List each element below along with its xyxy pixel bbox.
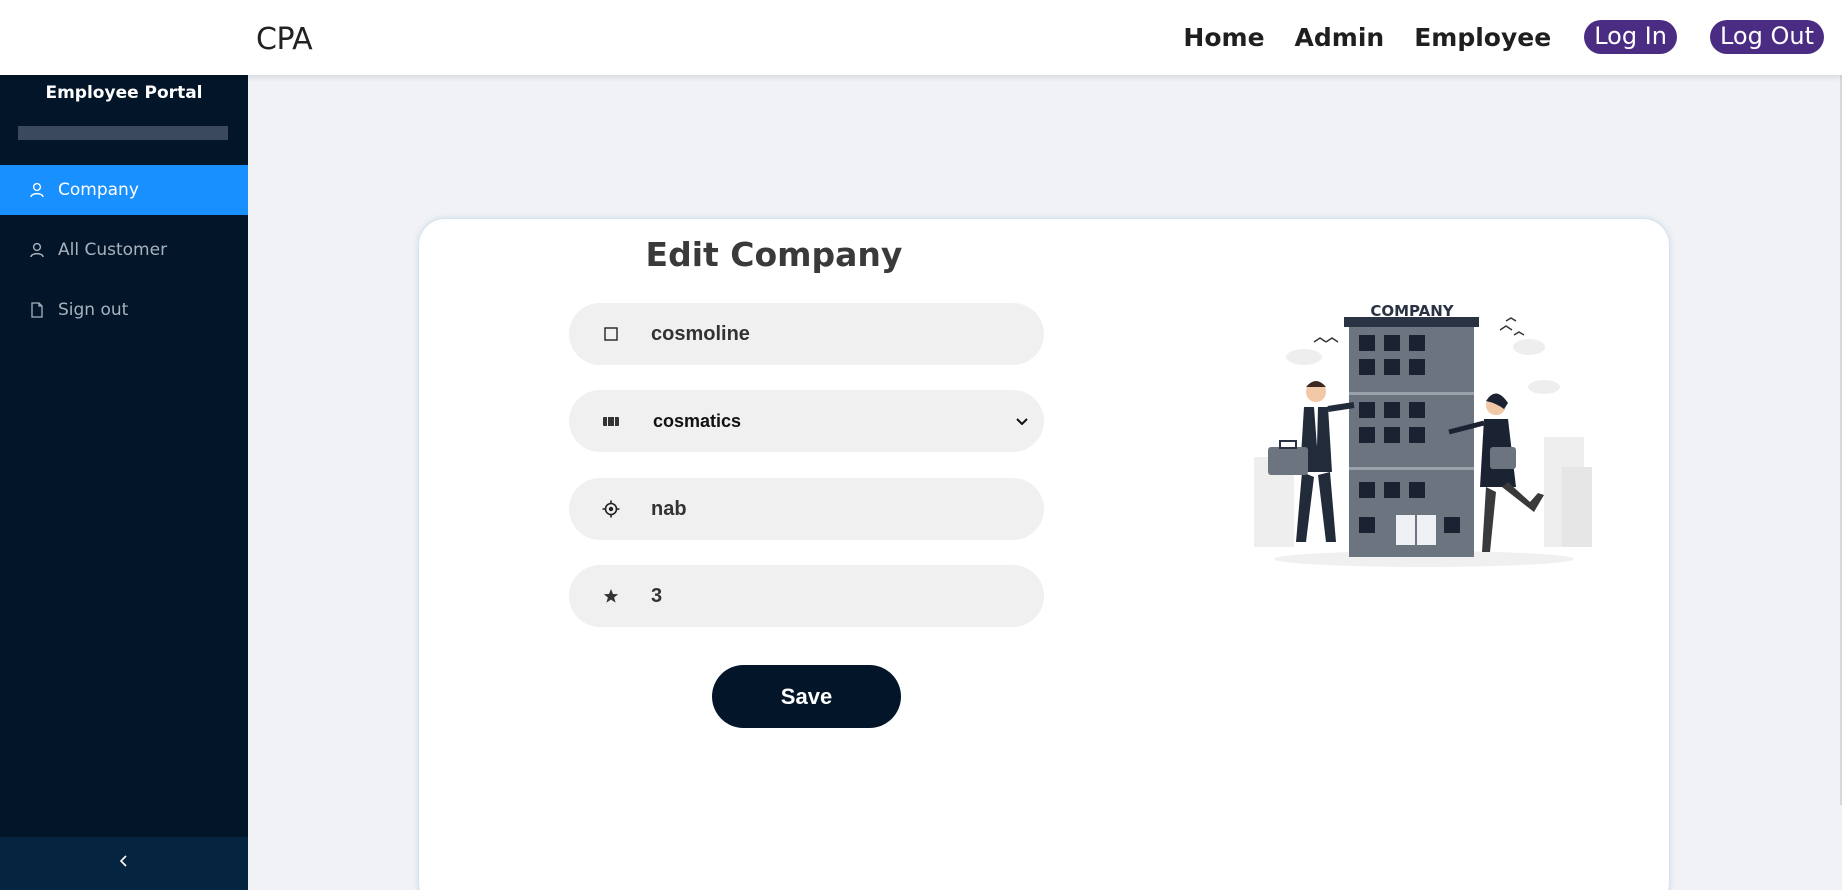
sidebar-item-all-customer[interactable]: All Customer bbox=[0, 225, 248, 275]
sidebar-search-bar[interactable] bbox=[18, 126, 228, 140]
rating-input[interactable] bbox=[651, 584, 1011, 608]
sidebar-collapse-button[interactable] bbox=[0, 837, 248, 890]
company-name-input[interactable] bbox=[651, 322, 1011, 346]
category-selected-value: cosmatics bbox=[653, 410, 742, 431]
star-icon bbox=[601, 586, 621, 606]
sidebar: Employee Portal Company All Customer Sig… bbox=[0, 75, 248, 890]
top-navbar: CPA Home Admin Employee Log In Log Out bbox=[0, 0, 1842, 75]
page-title: Edit Company bbox=[645, 235, 903, 274]
nav-employee-link[interactable]: Employee bbox=[1414, 23, 1551, 52]
location-input[interactable] bbox=[651, 497, 1011, 521]
illustration-sign-text: COMPANY bbox=[1370, 302, 1454, 320]
sidebar-item-sign-out[interactable]: Sign out bbox=[0, 285, 248, 335]
nav-links: Home Admin Employee Log In Log Out bbox=[1183, 20, 1824, 54]
login-button[interactable]: Log In bbox=[1584, 20, 1677, 54]
nav-home-link[interactable]: Home bbox=[1183, 23, 1264, 52]
save-button[interactable]: Save bbox=[712, 665, 901, 728]
chevron-left-icon bbox=[117, 854, 131, 873]
company-building-illustration: COMPANY bbox=[1254, 302, 1592, 567]
chevron-down-icon bbox=[1014, 413, 1030, 429]
nav-admin-link[interactable]: Admin bbox=[1295, 23, 1385, 52]
sidebar-item-company[interactable]: Company bbox=[0, 165, 248, 215]
category-select[interactable]: cosmatics bbox=[569, 390, 1044, 452]
sidebar-title: Employee Portal bbox=[45, 83, 203, 103]
sidebar-item-label: Sign out bbox=[58, 300, 129, 320]
user-icon bbox=[29, 182, 45, 198]
sidebar-item-label: All Customer bbox=[58, 240, 168, 260]
square-icon bbox=[601, 324, 621, 344]
company-name-field[interactable] bbox=[569, 303, 1044, 365]
brand-logo[interactable]: CPA bbox=[256, 22, 313, 57]
file-icon bbox=[29, 302, 45, 318]
sidebar-item-label: Company bbox=[58, 180, 139, 200]
category-icon bbox=[601, 411, 621, 431]
location-target-icon bbox=[601, 499, 621, 519]
rating-field[interactable] bbox=[569, 565, 1044, 627]
user-icon bbox=[29, 242, 45, 258]
location-field[interactable] bbox=[569, 478, 1044, 540]
edit-company-card: Edit Company cosmatics Save bbox=[419, 219, 1669, 890]
logout-button[interactable]: Log Out bbox=[1709, 20, 1824, 54]
